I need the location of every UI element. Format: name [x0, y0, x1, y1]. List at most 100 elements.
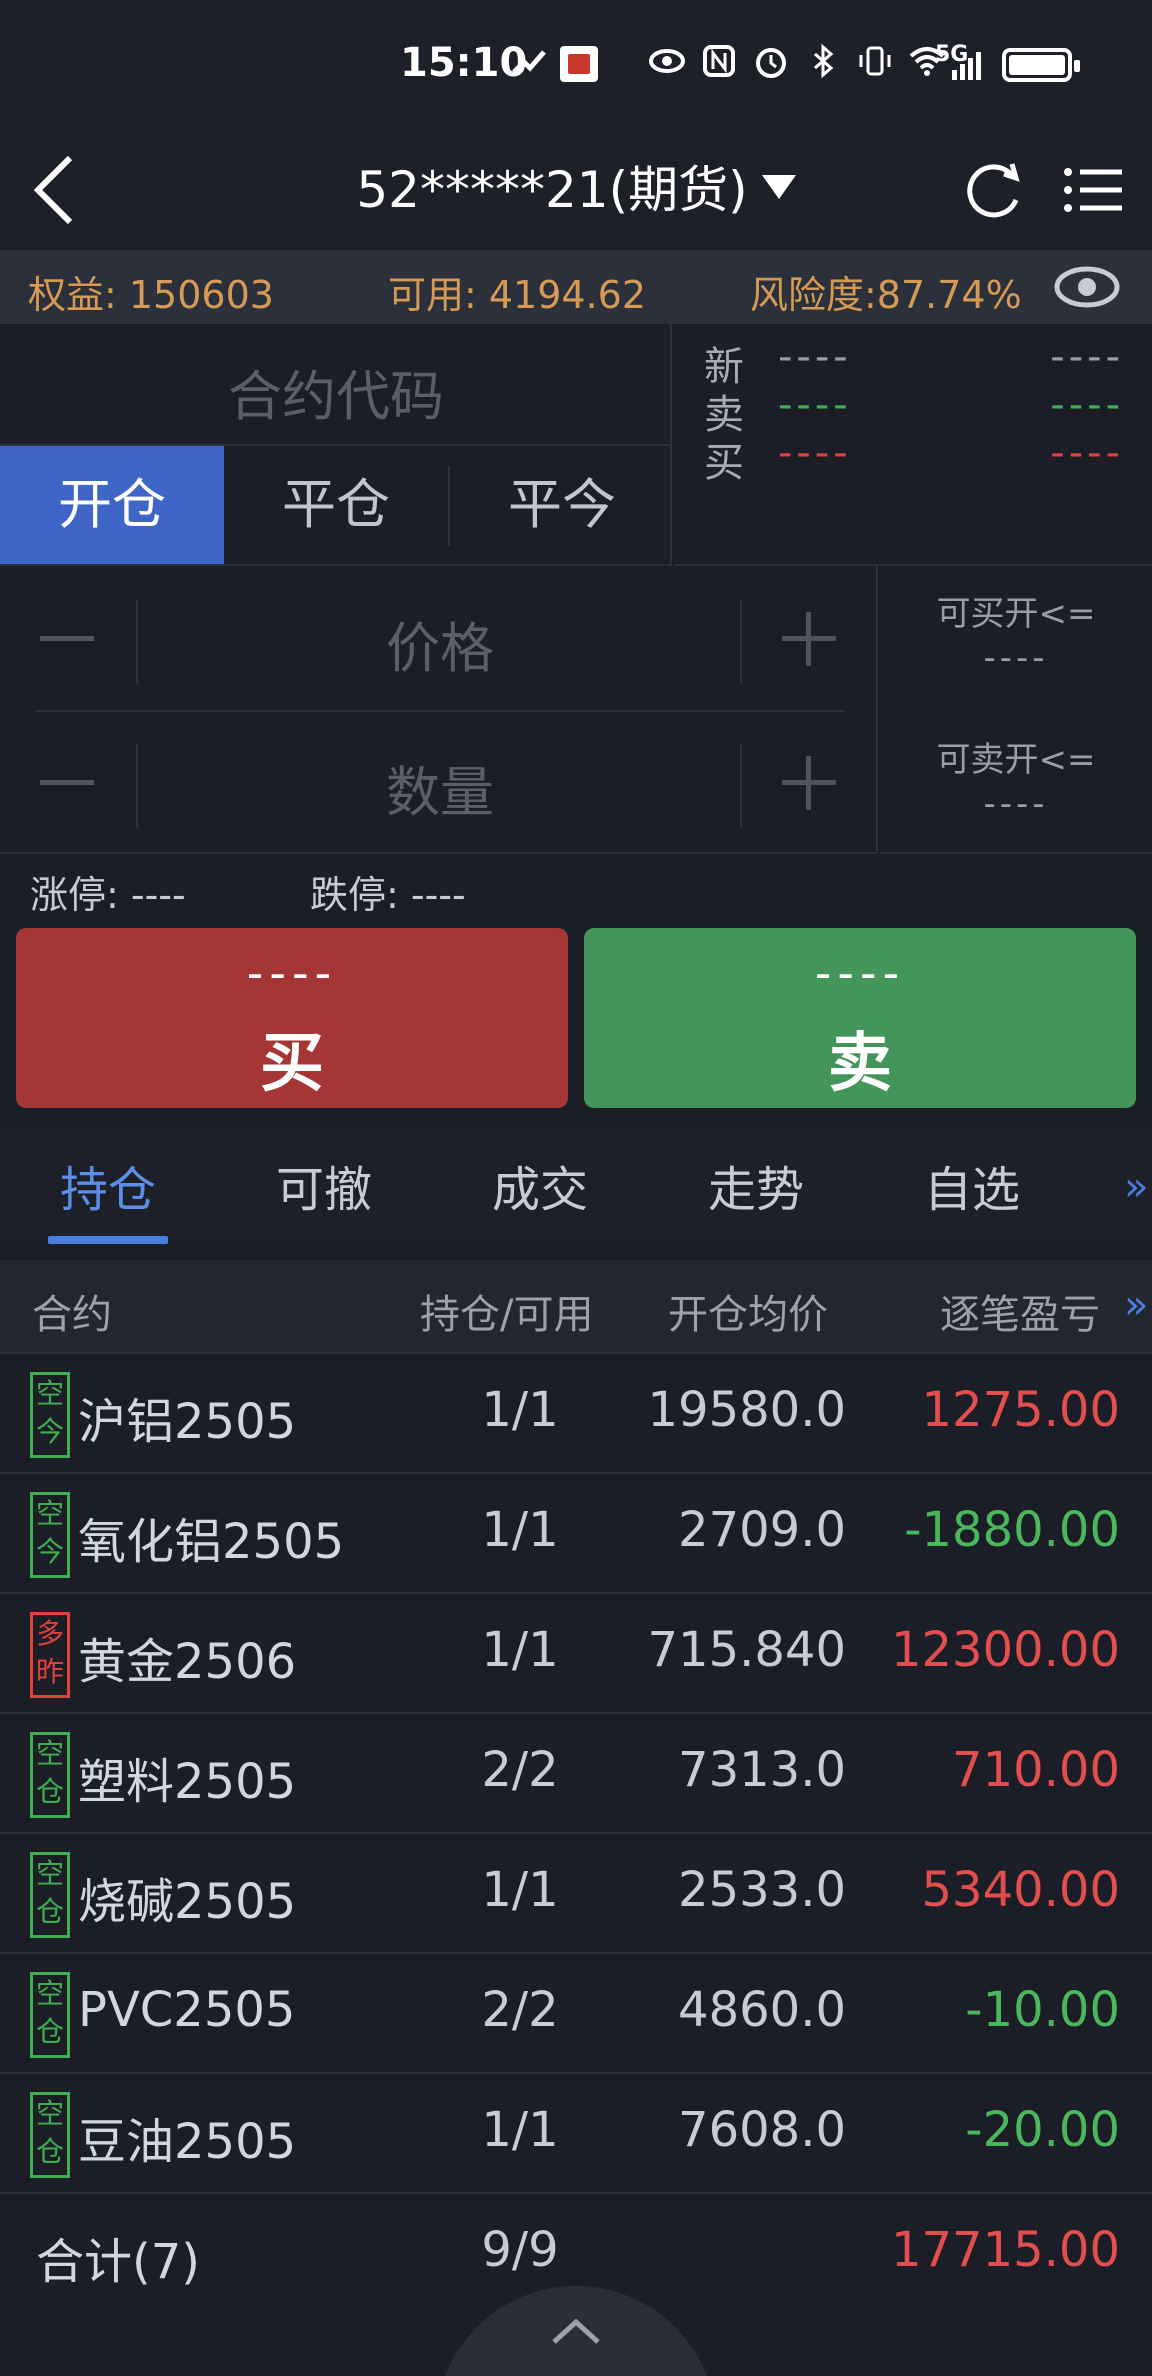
tag-period: 昨: [35, 1655, 64, 1688]
chevron-up-icon: [552, 2318, 600, 2344]
price-increase-button[interactable]: [782, 612, 836, 666]
position-pnl: -1880.00: [904, 1502, 1120, 1558]
avg-open-price: 2709.0: [678, 1502, 846, 1558]
divider: [740, 600, 742, 684]
quote-value: ----: [778, 430, 852, 476]
contract-name: 豆油2505: [78, 2114, 297, 2170]
contract-code-input[interactable]: 合约代码: [0, 324, 672, 446]
status-icons: [648, 42, 946, 80]
eye-icon: [648, 42, 686, 80]
status-bar: 15:10 5G: [0, 0, 1152, 130]
quantity-stepper: 数量: [36, 710, 844, 854]
table-row[interactable]: 空仓烧碱2505 1/1 2533.0 5340.00: [0, 1832, 1152, 1952]
price-decrease-button[interactable]: [40, 612, 94, 666]
header-more-icon[interactable]: »: [1124, 1282, 1148, 1328]
menu-button[interactable]: [1060, 150, 1130, 230]
tag-direction: 空: [35, 1377, 64, 1410]
app-notification-icon: [560, 46, 598, 82]
table-row[interactable]: 空今沪铝2505 1/1 19580.0 1275.00: [0, 1352, 1152, 1472]
table-header: 合约 持仓/可用 开仓均价 逐笔盈亏 »: [0, 1260, 1152, 1352]
header-position: 持仓/可用: [420, 1292, 594, 1338]
chevron-down-icon: [761, 175, 796, 199]
tab-cancelable[interactable]: 可撤: [276, 1150, 372, 1220]
price-input[interactable]: 价格: [146, 604, 734, 683]
limit-down: 跌停: ----: [310, 873, 466, 917]
top-nav: 52*****21(期货): [0, 130, 1152, 250]
divider: [136, 600, 138, 684]
tab-trades[interactable]: 成交: [492, 1150, 588, 1220]
open-close-tabs: 开仓 平仓 平今: [0, 446, 672, 566]
tabs-more-icon[interactable]: »: [1124, 1164, 1148, 1210]
eye-icon[interactable]: [1052, 262, 1122, 312]
position-type-tag: 空今: [30, 1372, 70, 1458]
tab-close[interactable]: 平仓: [224, 446, 448, 564]
avg-open-price: 2533.0: [678, 1862, 846, 1918]
position-pnl: -20.00: [965, 2102, 1120, 2158]
tab-open[interactable]: 开仓: [0, 446, 224, 564]
contract-name: 塑料2505: [78, 1754, 297, 1810]
battery-charging-icon: [1002, 48, 1080, 82]
bluetooth-icon: [804, 42, 842, 80]
refresh-button[interactable]: [958, 150, 1028, 230]
divider: [740, 744, 742, 828]
contract-name: 黄金2506: [78, 1634, 297, 1690]
buy-label: 买: [260, 1027, 324, 1101]
avg-open-price: 715.840: [647, 1622, 847, 1678]
position-type-tag: 空今: [30, 1492, 70, 1578]
total-pnl: 17715.00: [890, 2222, 1120, 2278]
quote-row-bid: 买 ---- ----: [674, 420, 1152, 490]
table-row[interactable]: 空仓塑料2505 2/2 7313.0 710.00: [0, 1712, 1152, 1832]
price-qty-inputs: 价格 数量: [0, 566, 878, 854]
contract-name: 沪铝2505: [78, 1394, 297, 1450]
table-row[interactable]: 多昨黄金2506 1/1 715.840 12300.00: [0, 1592, 1152, 1712]
avg-open-price: 4860.0: [678, 1982, 846, 2038]
vibrate-icon: [856, 42, 894, 80]
contract-name: 烧碱2505: [78, 1874, 297, 1930]
price-stepper: 价格: [36, 566, 844, 710]
position-type-tag: 空仓: [30, 1852, 70, 1938]
quantity-input[interactable]: 数量: [146, 748, 734, 827]
tab-close-today[interactable]: 平今: [450, 446, 674, 564]
qty-increase-button[interactable]: [782, 756, 836, 810]
active-tab-indicator: [48, 1236, 168, 1244]
account-label: 52*****21(期货): [356, 161, 748, 219]
table-row[interactable]: 空仓豆油2505 1/1 7608.0 -20.00: [0, 2072, 1152, 2192]
order-panel: 合约代码 开仓 平仓 平今 新 ---- ---- 卖 ---- ---- 买 …: [0, 324, 1152, 854]
position-pnl: 5340.00: [921, 1862, 1121, 1918]
buy-button[interactable]: ---- 买: [16, 928, 568, 1108]
tab-trend[interactable]: 走势: [708, 1150, 804, 1220]
tag-period: 仓: [35, 2135, 64, 2168]
can-sell-label: 可卖开<=: [936, 740, 1096, 780]
contract-code-placeholder: 合约代码: [228, 365, 444, 428]
position-pnl: 1275.00: [921, 1382, 1121, 1438]
sell-label: 卖: [828, 1027, 892, 1101]
header-avg-price: 开仓均价: [668, 1292, 828, 1338]
account-summary-bar: 权益: 150603 可用: 4194.62 风险度:87.74%: [0, 250, 1152, 324]
tag-direction: 空: [35, 1497, 64, 1530]
equity-value: 权益: 150603: [28, 273, 274, 317]
position-available: 1/1: [481, 1502, 559, 1558]
sell-button[interactable]: ---- 卖: [584, 928, 1136, 1108]
tag-direction: 空: [35, 1857, 64, 1890]
position-type-tag: 多昨: [30, 1612, 70, 1698]
tag-period: 仓: [35, 1775, 64, 1808]
table-row[interactable]: 空今氧化铝2505 1/1 2709.0 -1880.00: [0, 1472, 1152, 1592]
tab-watchlist[interactable]: 自选: [924, 1150, 1020, 1220]
quote-box: 新 ---- ---- 卖 ---- ---- 买 ---- ----: [674, 324, 1152, 566]
position-available: 1/1: [481, 1862, 559, 1918]
position-type-tag: 空仓: [30, 2092, 70, 2178]
divider: [136, 744, 138, 828]
position-available: 2/2: [481, 1982, 559, 2038]
tab-positions[interactable]: 持仓: [60, 1150, 156, 1220]
qty-decrease-button[interactable]: [40, 756, 94, 810]
can-buy-label: 可买开<=: [936, 594, 1096, 634]
quote-value: ----: [1050, 430, 1124, 476]
table-row[interactable]: 空仓 PVC2505 2/2 4860.0 -10.00: [0, 1952, 1152, 2072]
sell-price: ----: [814, 946, 906, 1000]
position-available: 1/1: [481, 1382, 559, 1438]
alarm-icon: [752, 42, 790, 80]
tag-direction: 空: [35, 1977, 64, 2010]
quote-label: 买: [704, 440, 744, 486]
position-pnl: 12300.00: [890, 1622, 1120, 1678]
avg-open-price: 19580.0: [647, 1382, 847, 1438]
